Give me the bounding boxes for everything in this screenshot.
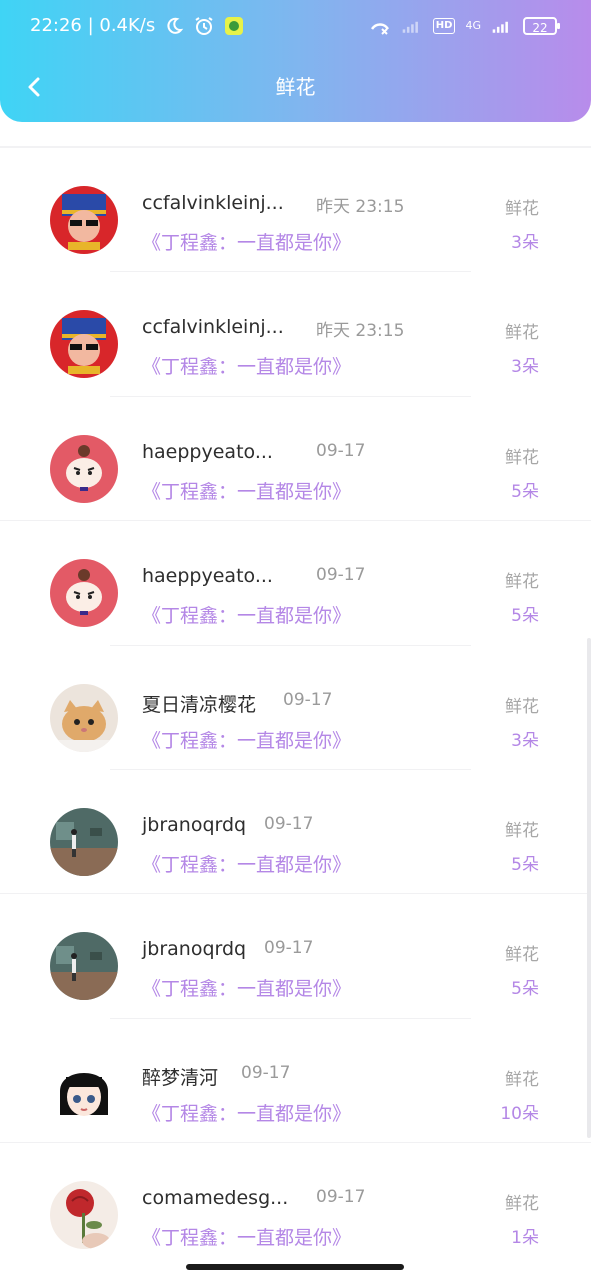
gift-time: 09-17 xyxy=(283,689,333,710)
flower-label: 鲜花 xyxy=(505,1194,539,1215)
gift-time: 09-17 xyxy=(241,1062,291,1083)
moon-icon xyxy=(163,15,185,37)
list-item[interactable]: haeppyeato... 09-17 《丁程鑫：一直都是你》 鲜花 5朵 xyxy=(0,521,591,646)
user-name[interactable]: haeppyeato... xyxy=(142,565,273,587)
gift-time: 09-17 xyxy=(316,440,366,461)
avatar[interactable] xyxy=(50,1181,118,1250)
list-item[interactable]: jbranoqrdq 09-17 《丁程鑫：一直都是你》 鲜花 5朵 xyxy=(0,894,591,1019)
call-forward-icon xyxy=(369,15,391,37)
flower-count: 3朵 xyxy=(511,357,539,378)
avatar[interactable] xyxy=(50,186,118,254)
list-item[interactable]: haeppyeato... 09-17 《丁程鑫：一直都是你》 鲜花 5朵 xyxy=(0,397,591,522)
flower-label: 鲜花 xyxy=(505,447,539,468)
alarm-icon xyxy=(193,15,215,37)
signal-off-icon xyxy=(401,15,423,37)
nav-bar: 鲜花 xyxy=(0,52,591,122)
home-indicator[interactable] xyxy=(186,1264,404,1270)
flower-label: 鲜花 xyxy=(505,696,539,717)
user-name[interactable]: jbranoqrdq xyxy=(142,814,246,836)
song-title[interactable]: 《丁程鑫：一直都是你》 xyxy=(142,1223,351,1250)
song-title[interactable]: 《丁程鑫：一直都是你》 xyxy=(142,974,351,1001)
list-item[interactable]: 醉梦清河 09-17 《丁程鑫：一直都是你》 鲜花 10朵 xyxy=(0,1019,591,1144)
flower-label: 鲜花 xyxy=(505,323,539,344)
flower-label: 鲜花 xyxy=(505,945,539,966)
avatar[interactable] xyxy=(50,310,118,379)
user-name[interactable]: 醉梦清河 xyxy=(142,1063,218,1090)
list-item[interactable]: 夏日清凉樱花 09-17 《丁程鑫：一直都是你》 鲜花 3朵 xyxy=(0,646,591,770)
flower-count: 5朵 xyxy=(511,854,539,875)
avatar[interactable] xyxy=(50,807,118,876)
flower-count: 3朵 xyxy=(511,730,539,751)
flower-count: 10朵 xyxy=(500,1103,539,1124)
avatar[interactable] xyxy=(50,683,118,752)
flower-count: 5朵 xyxy=(511,979,539,1000)
flower-count: 5朵 xyxy=(511,606,539,627)
flower-label: 鲜花 xyxy=(505,572,539,593)
song-title[interactable]: 《丁程鑫：一直都是你》 xyxy=(142,726,351,753)
gift-time: 09-17 xyxy=(264,813,314,834)
battery-icon: 22 xyxy=(523,17,560,35)
flower-label: 鲜花 xyxy=(505,1069,539,1090)
flower-gift-list: ccfalvinkleinj... 昨天 23:15 《丁程鑫：一直都是你》 鲜… xyxy=(0,148,591,1268)
header: 22:26 | 0.4K/s HD 4G 22 鲜花 xyxy=(0,0,591,122)
list-item[interactable]: ccfalvinkleinj... 昨天 23:15 《丁程鑫：一直都是你》 鲜… xyxy=(0,148,591,273)
gift-time: 昨天 23:15 xyxy=(316,321,405,342)
song-title[interactable]: 《丁程鑫：一直都是你》 xyxy=(142,477,351,504)
network-type: 4G xyxy=(465,19,481,32)
app-notification-icon xyxy=(223,15,245,37)
song-title[interactable]: 《丁程鑫：一直都是你》 xyxy=(142,601,351,628)
gift-time: 昨天 23:15 xyxy=(316,197,405,217)
list-item[interactable]: ccfalvinkleinj... 昨天 23:15 《丁程鑫：一直都是你》 鲜… xyxy=(0,272,591,397)
flower-count: 1朵 xyxy=(511,1228,539,1249)
hd-badge: HD xyxy=(432,18,456,34)
user-name[interactable]: 夏日清凉樱花 xyxy=(142,690,256,717)
list-item[interactable]: jbranoqrdq 09-17 《丁程鑫：一直都是你》 鲜花 5朵 xyxy=(0,770,591,895)
avatar[interactable] xyxy=(50,559,118,628)
status-bar: 22:26 | 0.4K/s HD 4G 22 xyxy=(0,0,591,52)
song-title[interactable]: 《丁程鑫：一直都是你》 xyxy=(142,228,351,255)
gift-time: 09-17 xyxy=(316,1187,366,1208)
user-name[interactable]: jbranoqrdq xyxy=(142,938,246,960)
avatar[interactable] xyxy=(50,932,118,1001)
flower-label: 鲜花 xyxy=(505,199,539,219)
user-name[interactable]: comamedesg... xyxy=(142,1187,288,1209)
user-name[interactable]: ccfalvinkleinj... xyxy=(142,192,284,214)
gift-time: 09-17 xyxy=(264,938,314,959)
gift-time: 09-17 xyxy=(316,565,366,586)
user-name[interactable]: ccfalvinkleinj... xyxy=(142,316,284,338)
flower-label: 鲜花 xyxy=(505,820,539,841)
page-title: 鲜花 xyxy=(275,75,316,99)
signal-icon xyxy=(491,15,513,37)
song-title[interactable]: 《丁程鑫：一直都是你》 xyxy=(142,850,351,877)
avatar[interactable] xyxy=(50,1056,118,1125)
avatar[interactable] xyxy=(50,434,118,503)
list-item[interactable]: comamedesg... 09-17 《丁程鑫：一直都是你》 鲜花 1朵 xyxy=(0,1143,591,1267)
status-time-speed: 22:26 | 0.4K/s xyxy=(30,15,156,36)
flower-count: 3朵 xyxy=(511,233,539,253)
song-title[interactable]: 《丁程鑫：一直都是你》 xyxy=(142,352,351,379)
scrollbar[interactable] xyxy=(587,638,591,1138)
flower-count: 5朵 xyxy=(511,481,539,502)
song-title[interactable]: 《丁程鑫：一直都是你》 xyxy=(142,1099,351,1126)
user-name[interactable]: haeppyeato... xyxy=(142,441,273,463)
